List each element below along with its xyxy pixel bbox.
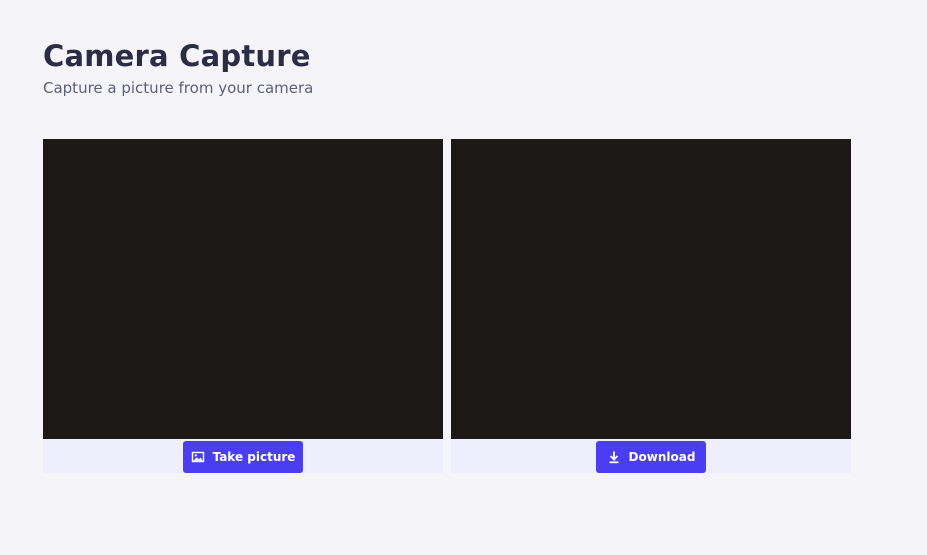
camera-panel: Take picture [43, 139, 443, 473]
camera-capture-page: Camera Capture Capture a picture from yo… [0, 0, 927, 555]
take-picture-label: Take picture [212, 450, 296, 464]
capture-panel: Download [451, 139, 851, 473]
image-icon [191, 450, 205, 464]
camera-video-feed [43, 139, 443, 439]
captured-image-canvas [451, 139, 851, 439]
camera-button-bar: Take picture [43, 439, 443, 473]
capture-button-bar: Download [451, 439, 851, 473]
page-title: Camera Capture [43, 39, 311, 73]
download-icon [607, 450, 621, 464]
download-label: Download [628, 450, 696, 464]
page-subtitle: Capture a picture from your camera [43, 79, 314, 97]
download-button[interactable]: Download [596, 441, 706, 473]
take-picture-button[interactable]: Take picture [183, 441, 303, 473]
